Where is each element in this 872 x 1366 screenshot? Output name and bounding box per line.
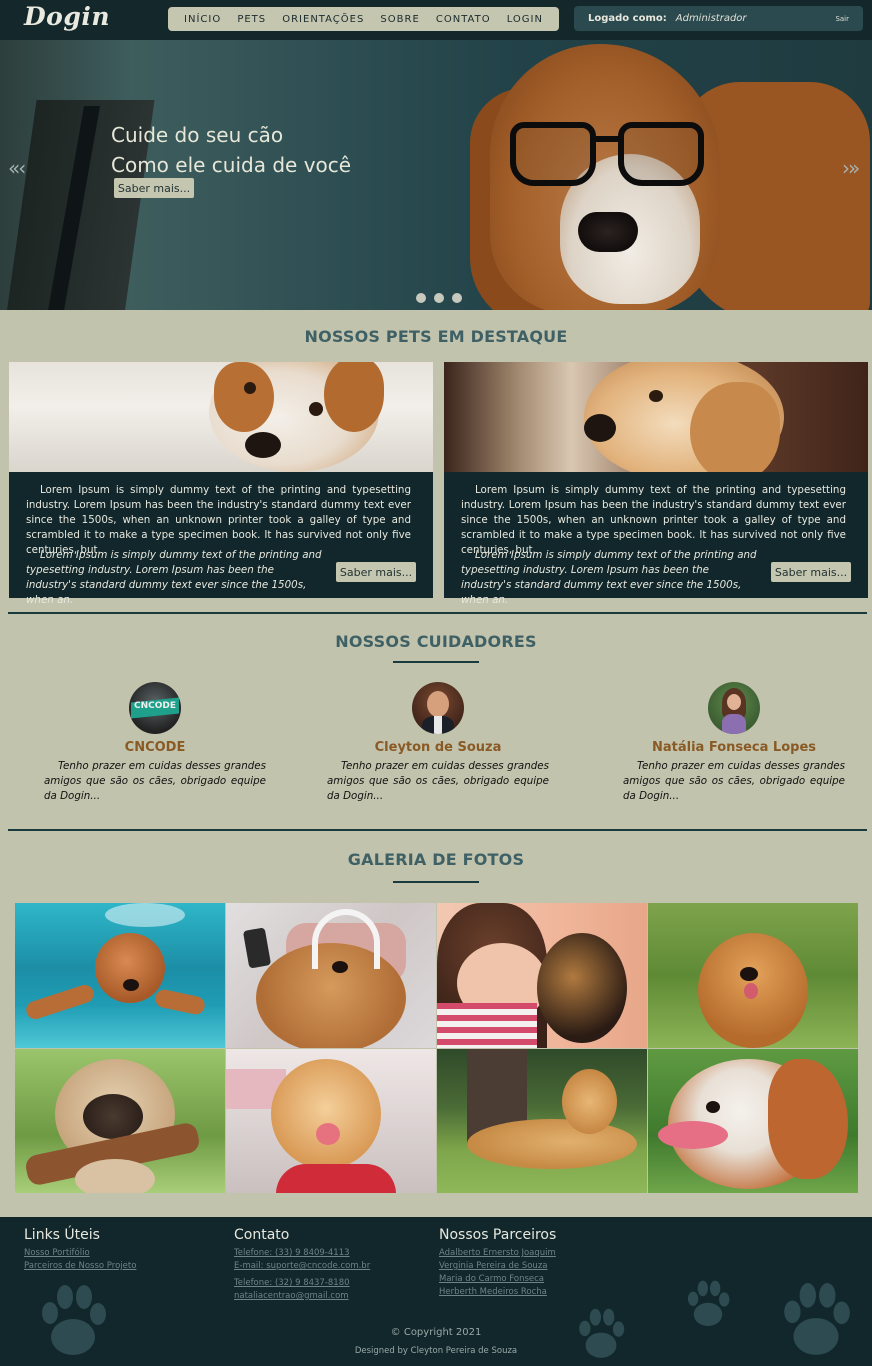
section-divider (8, 612, 867, 614)
nav-orientacoes[interactable]: ORIENTAÇÕES (282, 14, 364, 25)
carers-title: NOSSOS CUIDADORES (335, 632, 537, 651)
carer-quote: Tenho prazer em cuidas desses grandes am… (327, 760, 549, 802)
pet-card-italic: Lorem Ipsum is simply dummy text of the … (461, 549, 757, 606)
carer-name: CNCODE (124, 740, 186, 755)
contact-email[interactable]: nataliacentrao@gmail.com (234, 1290, 370, 1303)
footer-contact-title: Contato (234, 1227, 290, 1243)
footer-links-title: Links Úteis (24, 1227, 100, 1243)
nav-contato[interactable]: CONTATO (436, 14, 491, 25)
nav-login[interactable]: LOGIN (507, 14, 543, 25)
hero-title: Cuide do seu cão Como ele cuida de você (111, 120, 351, 180)
carer-card: CNCODE CNCODE Tenho prazer em cuidas des… (40, 682, 270, 804)
avatar-logo-text: CNCODE (133, 701, 176, 711)
gallery-photo-pug-swing[interactable] (15, 1048, 225, 1193)
carer-card: Cleyton de Souza Tenho prazer em cuidas … (323, 682, 553, 804)
partner-link[interactable]: Adalberto Ernersto Joaquim (439, 1247, 556, 1260)
carousel-indicators (416, 293, 462, 303)
partner-link[interactable]: Maria do Carmo Fonseca (439, 1273, 556, 1286)
pet-photo-puppy-white (9, 362, 433, 472)
partner-link[interactable]: Herberth Medeiros Rocha (439, 1286, 556, 1299)
contact-phone[interactable]: Telefone: (33) 9 8409-4113 (234, 1247, 370, 1260)
avatar: CNCODE (129, 682, 181, 734)
pet-card-text: Lorem Ipsum is simply dummy text of the … (26, 484, 411, 556)
nav-pets[interactable]: PETS (237, 14, 266, 25)
nav-sobre[interactable]: SOBRE (380, 14, 419, 25)
footer-link[interactable]: Nosso Portifólio (24, 1247, 136, 1260)
carer-card: Natália Fonseca Lopes Tenho prazer em cu… (619, 682, 849, 804)
login-status: Logado como: Administrador Sair (574, 6, 863, 31)
contact-email[interactable]: E-mail: suporte@cncode.com.br (234, 1260, 370, 1273)
pet-card-italic: Lorem Ipsum is simply dummy text of the … (26, 549, 322, 606)
carousel-next-icon[interactable]: ›» (842, 156, 860, 180)
pet-card-text: Lorem Ipsum is simply dummy text of the … (461, 484, 846, 556)
footer-partners-title: Nossos Parceiros (439, 1227, 557, 1243)
hero-line-2: Como ele cuida de você (111, 153, 352, 177)
footer-contact: Contato Telefone: (33) 9 8409-4113 E-mai… (234, 1227, 370, 1303)
hero-line-1: Cuide do seu cão (111, 123, 284, 147)
section-divider (8, 829, 867, 831)
carousel-dot-1[interactable] (416, 293, 426, 303)
avatar (708, 682, 760, 734)
main-nav: INÍCIO PETS ORIENTAÇÕES SOBRE CONTATO LO… (168, 7, 559, 31)
gallery-photo-headphones-dog[interactable] (226, 903, 436, 1048)
glasses-shape (510, 122, 706, 186)
login-label: Logado como: (588, 13, 667, 24)
footer: Links Úteis Nosso Portifólio Parceiros d… (0, 1217, 872, 1366)
hero-carousel: Cuide do seu cão Como ele cuida de você … (0, 40, 872, 310)
gallery-photo-golden-lawn[interactable] (437, 1048, 647, 1193)
carousel-prev-icon[interactable]: «‹ (8, 156, 26, 180)
hero-dog-image (470, 44, 872, 310)
footer-links: Links Úteis Nosso Portifólio Parceiros d… (24, 1227, 136, 1273)
gallery-title: GALERIA DE FOTOS (347, 850, 525, 869)
partner-link[interactable]: Verginia Pereira de Souza (439, 1260, 556, 1273)
hero-more-button[interactable]: Saber mais... (114, 178, 194, 198)
pet-more-button[interactable]: Saber mais... (336, 562, 416, 582)
nav-inicio[interactable]: INÍCIO (184, 14, 221, 25)
logout-link[interactable]: Sair (835, 15, 849, 23)
featured-title: NOSSOS PETS EM DESTAQUE (304, 327, 568, 346)
pet-photo-golden-puppy (444, 362, 868, 472)
login-user: Administrador (675, 13, 747, 24)
designed-by: Designed by Cleyton Pereira de Souza (354, 1346, 518, 1356)
pet-card: Lorem Ipsum is simply dummy text of the … (9, 362, 433, 606)
carousel-dot-2[interactable] (434, 293, 444, 303)
title-underline (393, 881, 479, 883)
pet-card: Lorem Ipsum is simply dummy text of the … (444, 362, 868, 606)
gallery-photo-golden-grass[interactable] (648, 903, 858, 1048)
paw-icon (687, 1280, 730, 1327)
gallery-photo-happy-dog[interactable] (648, 1048, 858, 1193)
gallery-photo-pomeranian[interactable] (226, 1048, 436, 1193)
contact-phone[interactable]: Telefone: (32) 9 8437-8180 (234, 1277, 370, 1290)
gallery-photo-underwater-dog[interactable] (15, 903, 225, 1048)
avatar (412, 682, 464, 734)
carousel-dot-3[interactable] (452, 293, 462, 303)
carer-name: Natália Fonseca Lopes (651, 740, 817, 755)
pet-more-button[interactable]: Saber mais... (771, 562, 851, 582)
carer-quote: Tenho prazer em cuidas desses grandes am… (623, 760, 845, 802)
copyright: © Copyright 2021 (390, 1327, 482, 1338)
carer-quote: Tenho prazer em cuidas desses grandes am… (44, 760, 266, 802)
footer-partners: Nossos Parceiros Adalberto Ernersto Joaq… (439, 1227, 556, 1299)
title-underline (393, 661, 479, 663)
top-bar: Dogin INÍCIO PETS ORIENTAÇÕES SOBRE CONT… (0, 0, 872, 40)
gallery-photo-girl-puppy[interactable] (437, 903, 647, 1048)
photo-gallery (15, 903, 858, 1193)
footer-link[interactable]: Parceiros de Nosso Projeto (24, 1260, 136, 1273)
logo[interactable]: Dogin (24, 2, 110, 31)
carer-name: Cleyton de Souza (374, 740, 502, 755)
